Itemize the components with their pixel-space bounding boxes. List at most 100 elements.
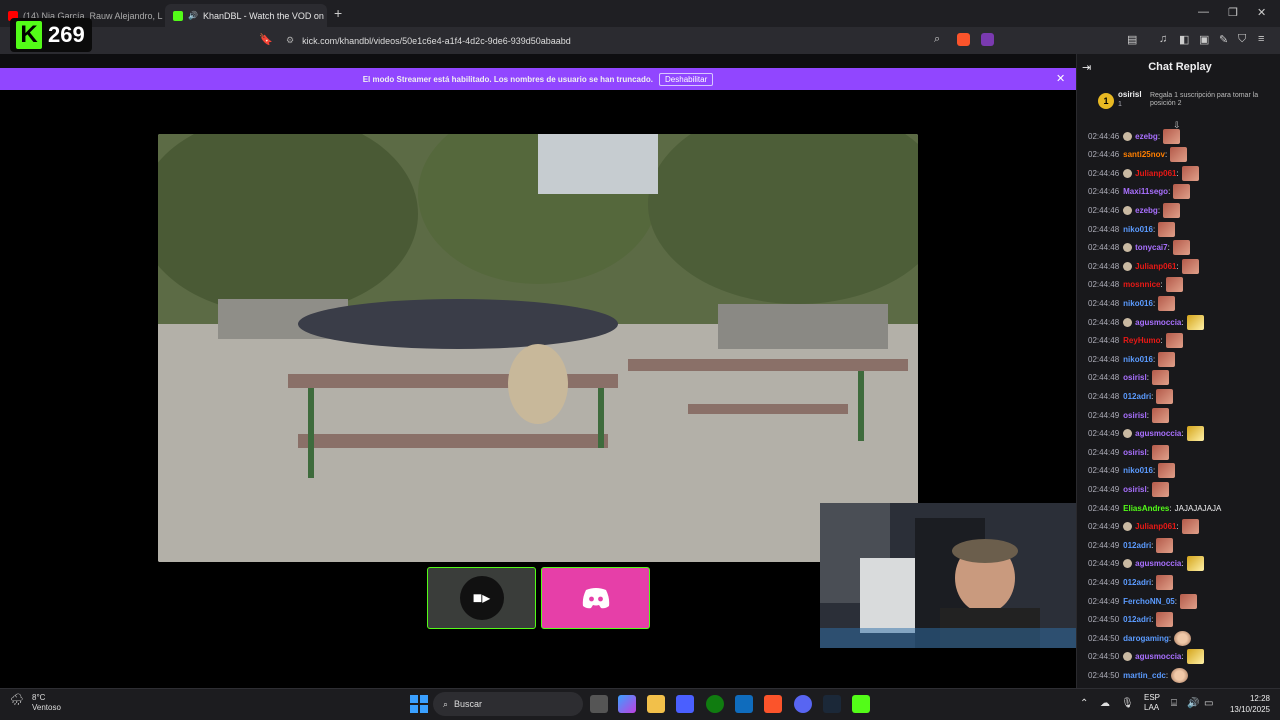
chat-timestamp: 02:44:50 [1088, 670, 1120, 680]
chat-separator: : [1169, 503, 1172, 513]
chat-username[interactable]: martin_cdc [1123, 671, 1166, 680]
battery-icon[interactable]: ▭ [1204, 698, 1213, 709]
copilot-icon[interactable] [618, 695, 636, 713]
store-icon[interactable] [676, 695, 694, 713]
chat-username[interactable]: 012adri [1123, 541, 1151, 550]
kick-logo-icon: K [16, 21, 42, 49]
onedrive-icon[interactable]: ☁ [1100, 698, 1110, 709]
kick-app-icon[interactable] [852, 695, 870, 713]
task-view-icon[interactable] [590, 695, 608, 713]
chat-username[interactable]: agusmoccia [1135, 559, 1181, 568]
sidebar-icon[interactable]: ▤ [1127, 33, 1137, 46]
weather-widget[interactable]: 🌧 8°C Ventoso [10, 693, 61, 713]
chat-username[interactable]: osirisl [1123, 485, 1147, 494]
chat-username[interactable]: niko016 [1123, 299, 1153, 308]
gift-leaderboard: 1 osirisl 1 Regala 1 suscripción para to… [1096, 88, 1276, 116]
chat-username[interactable]: agusmoccia [1135, 318, 1181, 327]
chat-username[interactable]: 012adri [1123, 392, 1151, 401]
search-placeholder: Buscar [454, 699, 483, 709]
chat-username[interactable]: niko016 [1123, 225, 1153, 234]
taskbar-search[interactable]: ⌕ Buscar [433, 692, 583, 716]
brave-shields-icon[interactable] [957, 33, 970, 46]
chat-timestamp: 02:44:48 [1088, 373, 1120, 383]
tab-kick[interactable]: 🔊 KhanDBL - Watch the VOD on ✕ [165, 4, 327, 27]
chat-username[interactable]: 012adri [1123, 615, 1151, 624]
disable-streamer-mode-button[interactable]: Deshabilitar [659, 72, 714, 86]
chat-message: 02:44:46 ezebg: [1088, 128, 1181, 144]
chat-message: 02:44:50 agusmoccia: [1088, 649, 1204, 665]
chat-message: 02:44:46 Julianp061: [1088, 165, 1199, 181]
brave-browser-icon[interactable] [764, 695, 782, 713]
close-banner-icon[interactable]: ✕ [1056, 72, 1065, 85]
chat-username[interactable]: osirisl [1123, 448, 1147, 457]
search-icon: ⌕ [443, 698, 449, 709]
vpn-icon[interactable]: ⛉ [1238, 33, 1246, 46]
brave-rewards-icon[interactable] [981, 33, 994, 46]
chat-username[interactable]: agusmoccia [1135, 429, 1181, 438]
outlook-icon[interactable] [735, 695, 753, 713]
chat-separator: : [1176, 522, 1179, 532]
camera-switch-button[interactable]: ■▸ [427, 567, 536, 629]
chat-username[interactable]: niko016 [1123, 355, 1153, 364]
chat-username[interactable]: ezebg [1135, 132, 1158, 141]
chat-username[interactable]: Maxi11sego [1123, 187, 1168, 196]
chat-message: 02:44:48 ReyHumo: [1088, 333, 1183, 349]
gift-text: Regala 1 suscripción para tomar la posic… [1150, 92, 1259, 107]
discord-icon [582, 588, 609, 609]
menu-icon[interactable]: ≡ [1258, 33, 1264, 45]
wallet-icon[interactable]: ▣ [1199, 33, 1209, 46]
chat-separator: : [1181, 559, 1184, 569]
chat-username[interactable]: mosnnice [1123, 280, 1160, 289]
windows-start-icon[interactable] [410, 695, 428, 713]
pepe-emote-icon [1156, 537, 1174, 553]
overlay-number: 269 [48, 22, 85, 47]
discord-button[interactable] [541, 567, 650, 629]
chat-separator: : [1164, 150, 1168, 160]
xbox-icon[interactable] [706, 695, 724, 713]
system-clock[interactable]: 12:28 13/10/2025 [1222, 693, 1270, 715]
steam-icon[interactable] [823, 695, 841, 713]
viewer-count-overlay: K 269 [10, 18, 92, 52]
network-icon[interactable]: ⌸ [1171, 698, 1177, 709]
chat-username[interactable]: EliasAndres [1123, 504, 1169, 513]
minimize-button[interactable]: — [1198, 6, 1209, 18]
close-window-button[interactable]: ✕ [1257, 6, 1266, 19]
chat-username[interactable]: Julianp061 [1135, 262, 1176, 271]
chat-message: 02:44:49 osirisl: [1088, 444, 1169, 460]
chat-username[interactable]: tonycai7 [1135, 243, 1167, 252]
chat-username[interactable]: ReyHumo [1123, 336, 1160, 345]
discord-taskbar-icon[interactable] [794, 695, 812, 713]
media-icon[interactable]: ♫ [1159, 33, 1167, 45]
chat-message: 02:44:48 agusmoccia: [1088, 314, 1204, 330]
chat-username[interactable]: ezebg [1135, 206, 1158, 215]
microphone-icon[interactable]: 🎙 [1121, 698, 1134, 709]
site-info-icon[interactable]: ⚙ [286, 35, 294, 46]
chat-username[interactable]: Julianp061 [1135, 169, 1176, 178]
user-badge-icon [1123, 429, 1133, 439]
chat-username[interactable]: niko016 [1123, 466, 1153, 475]
chat-username[interactable]: santi25nov [1123, 150, 1165, 159]
address-bar[interactable]: ⚙ kick.com/khandbl/videos/50e1c6e4-a1f4-… [282, 31, 1002, 50]
show-hidden-icons-icon[interactable]: ⌃ [1080, 698, 1088, 709]
video-frame[interactable] [158, 134, 918, 562]
language-indicator[interactable]: ESP LAA [1144, 693, 1160, 713]
chat-username[interactable]: FerchoNN_05 [1123, 597, 1175, 606]
chat-message: 02:44:50 martin_cdc: [1088, 667, 1189, 683]
chat-username[interactable]: agusmoccia [1135, 652, 1181, 661]
panel-icon[interactable]: ◧ [1179, 33, 1189, 46]
file-explorer-icon[interactable] [647, 695, 665, 713]
chat-username[interactable]: Julianp061 [1135, 522, 1176, 531]
chat-username[interactable]: osirisl [1123, 411, 1147, 420]
zoom-icon[interactable]: ⌕ [934, 33, 940, 46]
collapse-chat-icon[interactable]: ⇥ [1082, 61, 1091, 74]
pepe-emote-icon [1165, 277, 1183, 293]
restore-button[interactable]: ❐ [1228, 6, 1238, 19]
chat-username[interactable]: darogaming [1123, 634, 1169, 643]
new-tab-button[interactable]: + [334, 5, 342, 21]
extensions-icon[interactable]: ✎ [1219, 33, 1228, 46]
webcam-overlay [820, 503, 1076, 648]
chat-username[interactable]: osirisl [1123, 373, 1147, 382]
chat-username[interactable]: 012adri [1123, 578, 1151, 587]
volume-icon[interactable]: 🔊 [1187, 698, 1199, 709]
bookmark-icon[interactable]: 🔖 [259, 33, 273, 46]
